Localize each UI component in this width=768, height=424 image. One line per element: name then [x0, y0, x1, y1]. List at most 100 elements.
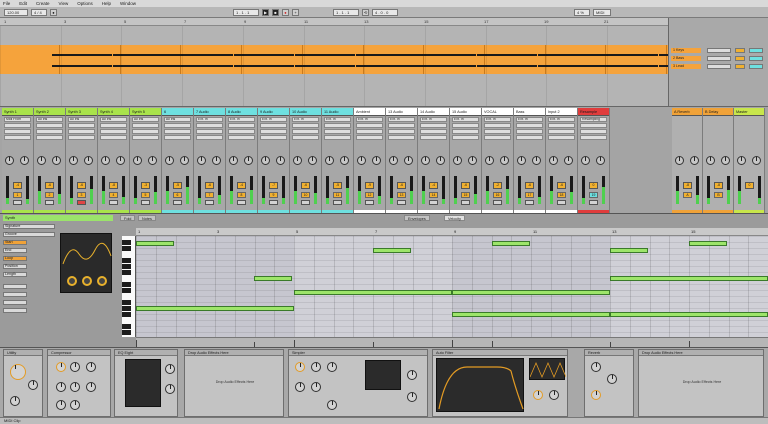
track-activator-button[interactable]: 9 [269, 192, 278, 198]
device-title[interactable]: Utility [4, 350, 42, 356]
track-header-keys[interactable]: 1 Keys [671, 48, 701, 53]
send-b-knob[interactable] [212, 156, 221, 165]
send-a-knob[interactable] [197, 156, 206, 165]
input-channel[interactable] [356, 123, 383, 128]
send-b-knob[interactable] [752, 156, 761, 165]
input-routing[interactable]: All Ins [164, 117, 191, 122]
track-title[interactable]: VOCAL [482, 108, 513, 116]
input-channel[interactable] [36, 123, 63, 128]
send-a-knob[interactable] [517, 156, 526, 165]
output-routing[interactable] [324, 135, 351, 140]
clip-toggle[interactable] [3, 300, 27, 305]
track-title[interactable]: 8 Audio [226, 108, 257, 116]
black-key[interactable] [122, 300, 131, 305]
monitor-select[interactable] [356, 129, 383, 134]
resonance-knob[interactable] [549, 390, 559, 400]
black-key[interactable] [122, 306, 131, 311]
volume-field[interactable]: -4 [237, 182, 246, 189]
track-solo-button[interactable] [749, 48, 763, 53]
record-button[interactable]: ● [282, 8, 289, 16]
decay-knob[interactable] [82, 276, 92, 286]
send-b-knob[interactable] [596, 156, 605, 165]
menu-item[interactable]: Edit [19, 1, 27, 6]
arrangement-clip-lane[interactable] [0, 45, 719, 74]
arm-button[interactable] [493, 200, 502, 205]
send-b-knob[interactable] [564, 156, 573, 165]
track-activator-button[interactable]: 7 [205, 192, 214, 198]
track-title[interactable]: Synth 4 [98, 108, 129, 116]
frequency-knob[interactable] [533, 390, 543, 400]
gain-knob[interactable] [10, 364, 26, 380]
black-key[interactable] [122, 264, 131, 269]
menu-item[interactable]: View [59, 1, 69, 6]
track-activator-button[interactable]: 8 [237, 192, 246, 198]
attack-knob[interactable] [86, 362, 96, 372]
sample-display[interactable] [365, 360, 401, 390]
frequency-knob[interactable] [165, 364, 175, 374]
volume-field[interactable]: -6 [461, 182, 470, 189]
track-header-lead[interactable]: 3 Lead [671, 64, 701, 69]
send-b-knob[interactable] [500, 156, 509, 165]
clip-property[interactable]: Start [3, 240, 27, 245]
menu-item[interactable]: Create [36, 1, 50, 6]
input-routing[interactable]: Ext. In [484, 117, 511, 122]
midi-note[interactable] [373, 248, 411, 253]
arrangement-lane-empty[interactable] [0, 26, 668, 45]
track-title[interactable]: B Delay [703, 108, 733, 116]
arm-button[interactable] [45, 200, 54, 205]
midi-note[interactable] [294, 290, 452, 295]
monitor-select[interactable] [580, 129, 607, 134]
track-title[interactable]: 15 Audio [450, 108, 481, 116]
send-b-knob[interactable] [84, 156, 93, 165]
send-a-knob[interactable] [581, 156, 590, 165]
input-routing[interactable]: Ext. In [388, 117, 415, 122]
track-activator[interactable] [735, 56, 745, 61]
output-routing[interactable] [580, 135, 607, 140]
arrangement-lane-lower[interactable] [0, 74, 668, 106]
monitor-select[interactable] [260, 129, 287, 134]
ratio-knob[interactable] [70, 362, 80, 372]
track-input-select[interactable] [707, 56, 731, 61]
track-activator-button[interactable]: 12 [365, 192, 374, 198]
volume-field[interactable]: -3 [141, 182, 150, 189]
input-routing[interactable]: Midi From [4, 117, 31, 122]
device-title[interactable]: Drop Audio Effects Here [185, 350, 283, 356]
spread-knob[interactable] [327, 400, 337, 410]
track-title[interactable]: 14 Audio [418, 108, 449, 116]
track-title[interactable]: Synth 2 [34, 108, 65, 116]
volume-field[interactable]: -6 [525, 182, 534, 189]
gain-knob[interactable] [165, 384, 175, 394]
track-title[interactable]: 9 Audio [258, 108, 289, 116]
output-routing[interactable] [420, 135, 447, 140]
track-activator-button[interactable]: 4 [109, 192, 118, 198]
send-b-knob[interactable] [276, 156, 285, 165]
arm-button[interactable] [109, 200, 118, 205]
device-title[interactable]: Drop Audio Effects Here [639, 350, 763, 356]
input-channel[interactable] [292, 123, 319, 128]
output-routing[interactable] [484, 135, 511, 140]
release-knob[interactable] [407, 392, 417, 402]
arm-button[interactable] [301, 200, 310, 205]
arm-button[interactable] [397, 200, 406, 205]
input-routing[interactable]: All Ins [132, 117, 159, 122]
midi-note[interactable] [452, 312, 610, 317]
track-title[interactable]: 11 Audio [322, 108, 353, 116]
monitor-select[interactable] [164, 129, 191, 134]
dry-wet-knob[interactable] [591, 390, 601, 400]
send-b-knob[interactable] [468, 156, 477, 165]
input-routing[interactable]: Ext. In [260, 117, 287, 122]
volume-field[interactable]: -6 [301, 182, 310, 189]
device-title[interactable]: Reverb [585, 350, 633, 356]
arm-button[interactable] [237, 200, 246, 205]
track-activator-button[interactable]: 10 [301, 192, 310, 198]
input-routing[interactable]: Ext. In [452, 117, 479, 122]
black-key[interactable] [122, 288, 131, 293]
arm-button[interactable] [429, 200, 438, 205]
volume-field[interactable]: 0 [745, 182, 754, 189]
clip-property[interactable]: Length [3, 272, 27, 277]
track-activator-button[interactable]: 6 [173, 192, 182, 198]
input-channel[interactable] [68, 123, 95, 128]
input-routing[interactable]: Ext. In [228, 117, 255, 122]
tab-notes[interactable]: Notes [138, 215, 156, 221]
attack-knob[interactable] [67, 276, 77, 286]
